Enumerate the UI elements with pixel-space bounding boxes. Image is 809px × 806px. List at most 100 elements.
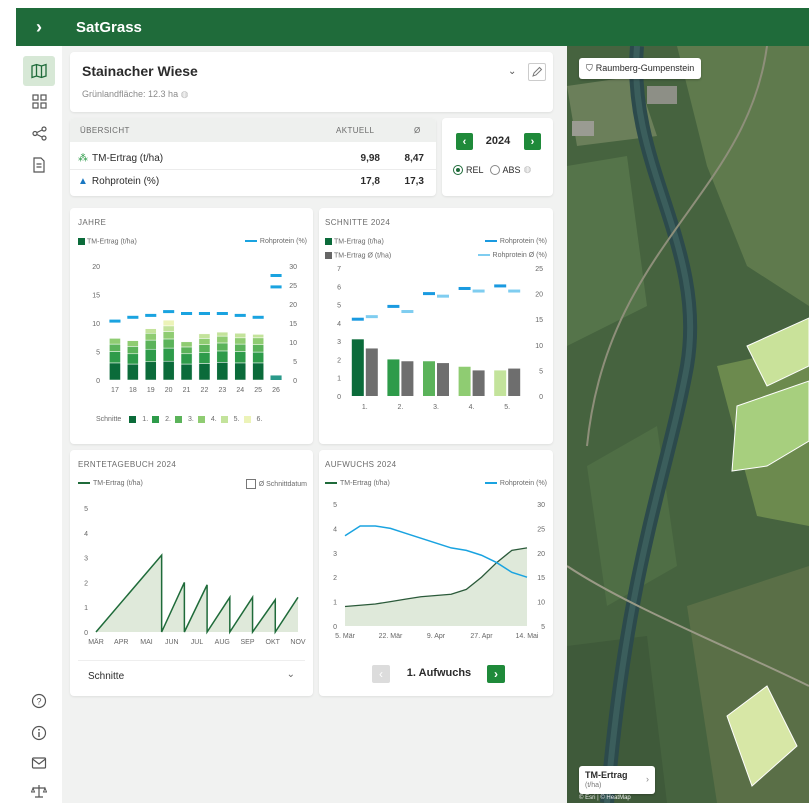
schnitte-title: SCHNITTE 2024 — [325, 218, 391, 227]
y-tick-left: 5 — [337, 303, 341, 310]
schnitte-legend-yield-avg: TM-Ertrag Ø (t/ha) — [325, 252, 391, 259]
aufwuchs-legend-yield-text: TM-Ertrag (t/ha) — [340, 480, 390, 487]
x-tick-label: 22. Mär — [379, 633, 403, 640]
y-tick-left: 3 — [333, 551, 337, 558]
ernte-chart: 0 1 2 3 4 5 MÄR APR MAI JUN JUL AUG SEP OKT NOV — [84, 506, 306, 644]
y-tick-right: 5 — [541, 624, 545, 631]
map-attribution: © Esri | © HeatMap — [579, 795, 631, 801]
mail-icon — [31, 757, 47, 769]
top-bar: › SatGrass — [16, 8, 809, 46]
checkbox[interactable] — [245, 479, 256, 489]
y-tick-left: 2 — [333, 575, 337, 582]
y-tick-left: 15 — [92, 293, 100, 300]
cut3-label: 3. — [187, 416, 194, 423]
bar-segment — [234, 333, 247, 339]
y-tick-left: 7 — [337, 266, 341, 273]
map-layer-label: TM-Ertrag — [585, 770, 628, 780]
bar-segment — [216, 331, 229, 337]
bar-segment — [144, 328, 157, 334]
share-nav-button[interactable] — [23, 118, 55, 148]
y-tick-right: 10 — [537, 600, 545, 607]
schnitte-legend-yield-text: TM-Ertrag (t/ha) — [334, 238, 384, 246]
y-tick-right: 5 — [293, 359, 297, 366]
y-tick-right: 20 — [535, 292, 543, 299]
help-button[interactable]: ? — [23, 686, 55, 716]
help-icon: ? — [31, 693, 47, 709]
jahre-legend-protein: Rohprotein (%) — [244, 238, 307, 245]
grass-icon: ⁂ — [78, 153, 88, 164]
jahre-title: JAHRE — [78, 218, 107, 227]
overview-protein-label: Rohprotein (%) — [91, 176, 160, 187]
sidebar: ? — [16, 46, 63, 803]
x-tick-label: OKT — [266, 639, 281, 644]
app-title: SatGrass — [76, 18, 142, 36]
next-growth-button[interactable]: › — [487, 665, 505, 683]
x-tick-label: JUN — [165, 639, 179, 644]
x-tick-label: 27. Apr — [470, 633, 493, 640]
y-tick-right: 25 — [537, 526, 545, 533]
y-tick-left: 5 — [333, 502, 337, 509]
aufwuchs-legend-protein-text: Rohprotein (%) — [499, 480, 547, 487]
map-layer-button[interactable]: TM-Ertrag (t/ha) › — [579, 766, 655, 794]
expand-sidebar-button[interactable]: › — [16, 8, 62, 46]
aufwuchs-chart: 0 1 2 3 4 5 5 10 15 20 25 30 5. Mär 22. Mär 9. Apr 27. … — [333, 502, 545, 640]
schnitte-legend-yield-avg-text: TM-Ertrag Ø (t/ha) — [334, 252, 392, 260]
share-icon — [31, 125, 47, 141]
x-tick-label: 23 — [218, 387, 226, 394]
bar-segment — [162, 360, 175, 381]
schnitte-dropdown[interactable]: Schnitte ⌄ — [78, 660, 305, 689]
yield-avg-bar — [365, 348, 378, 396]
yield-bar — [387, 359, 400, 396]
scales-icon — [31, 785, 47, 798]
schnitte-chart: 0 1 2 3 4 5 6 7 0 5 10 15 20 25 1. 2. 3. 4. 5. — [337, 266, 543, 411]
overview-card: ÜBERSICHT AKTUELL Ø ⁂ TM-Ertrag (t/ha) 9… — [70, 118, 436, 196]
yield-bar — [458, 366, 471, 396]
bar-segment — [216, 350, 229, 363]
contact-button[interactable] — [23, 748, 55, 778]
y-tick-right: 20 — [537, 551, 545, 558]
overview-row-protein: ▲ Rohprotein (%) — [78, 176, 159, 187]
rel-radio[interactable] — [453, 164, 463, 175]
field-name: Stainacher Wiese — [82, 63, 198, 79]
bar-segment — [144, 333, 157, 341]
y-tick-left: 0 — [333, 624, 337, 631]
cut6-label: 6. — [256, 416, 263, 423]
bar-segment — [216, 342, 229, 352]
bar-segment — [198, 344, 211, 353]
avg-cut-date-toggle[interactable]: Ø Schnittdatum — [245, 479, 307, 489]
edit-field-button[interactable] — [528, 63, 546, 81]
prev-growth-button[interactable]: ‹ — [372, 665, 390, 683]
document-nav-button[interactable] — [23, 150, 55, 180]
overview-col-current: AKTUELL — [336, 126, 375, 135]
info-button[interactable] — [23, 718, 55, 748]
y-tick-left: 1 — [333, 600, 337, 607]
bar-segment — [144, 339, 157, 350]
field-header: Stainacher Wiese Grünlandfläche: 12.3 ha… — [70, 52, 553, 112]
jahre-legend-protein-text: Rohprotein (%) — [259, 238, 307, 245]
x-tick-label: 14. Mai — [516, 633, 539, 640]
legal-button[interactable] — [23, 776, 55, 806]
info-small-icon: ◍ — [180, 89, 189, 99]
y-tick: 1 — [84, 605, 88, 612]
field-dropdown-chevron-icon[interactable]: ⌄ — [508, 66, 516, 77]
map-nav-button[interactable] — [23, 56, 55, 86]
x-tick-label: 5. Mär — [335, 633, 356, 640]
y-tick-left: 0 — [337, 394, 341, 401]
cut4-label: 4. — [210, 416, 217, 423]
region-filter-button[interactable]: ⛉ Raumberg-Gumpenstein — [579, 58, 702, 79]
satellite-map[interactable]: ⛉ Raumberg-Gumpenstein TM-Ertrag (t/ha) ›… — [567, 46, 809, 803]
bar-segment — [252, 337, 264, 345]
yield-avg-bar — [437, 363, 449, 396]
rel-label: REL — [466, 164, 484, 175]
y-tick-left: 0 — [96, 378, 100, 385]
bar-segment — [234, 343, 247, 352]
bar-segment — [180, 341, 193, 348]
abs-label: ABS — [502, 164, 521, 175]
next-year-button[interactable]: › — [524, 133, 541, 150]
prev-year-button[interactable]: ‹ — [456, 133, 473, 150]
abs-radio[interactable] — [489, 164, 500, 175]
dashboard-nav-button[interactable] — [23, 86, 55, 116]
schnitte-legend-protein-avg-text: Rohprotein Ø (%) — [492, 252, 547, 259]
bar-segment — [162, 325, 175, 332]
x-tick-label: 20 — [165, 387, 173, 394]
